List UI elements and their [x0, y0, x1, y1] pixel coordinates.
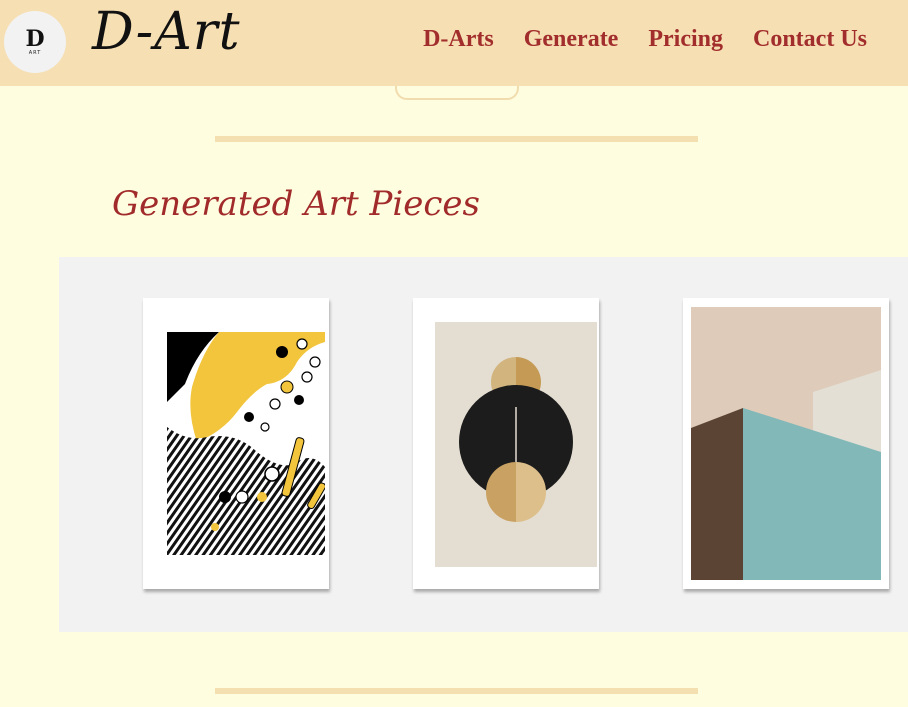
art-gallery [59, 257, 908, 632]
partial-button[interactable] [395, 86, 519, 100]
section-divider-bottom [215, 688, 698, 694]
nav-link-contact-us[interactable]: Contact Us [753, 26, 867, 53]
logo-subtext: ART [28, 49, 42, 56]
nav-link-d-arts[interactable]: D-Arts [423, 26, 494, 53]
art-card-2[interactable] [413, 298, 599, 589]
art-card-1[interactable] [143, 298, 329, 589]
abstract-yellow-black-artwork [167, 332, 325, 555]
main-nav: D-Arts Generate Pricing Contact Us [423, 26, 867, 53]
nav-link-generate[interactable]: Generate [524, 26, 619, 53]
section-title: Generated Art Pieces [112, 184, 480, 224]
brand-name[interactable]: D-Art [92, 2, 241, 62]
logo-mark: D [25, 25, 45, 52]
geometric-circle-artwork [435, 322, 597, 567]
site-header: D ART D-Art D-Arts Generate Pricing Cont… [0, 0, 908, 86]
logo-badge[interactable]: D ART [4, 11, 66, 73]
architecture-pastel-artwork [691, 307, 881, 580]
section-divider-top [215, 136, 698, 142]
art-card-3[interactable] [683, 298, 889, 589]
nav-link-pricing[interactable]: Pricing [648, 26, 723, 53]
